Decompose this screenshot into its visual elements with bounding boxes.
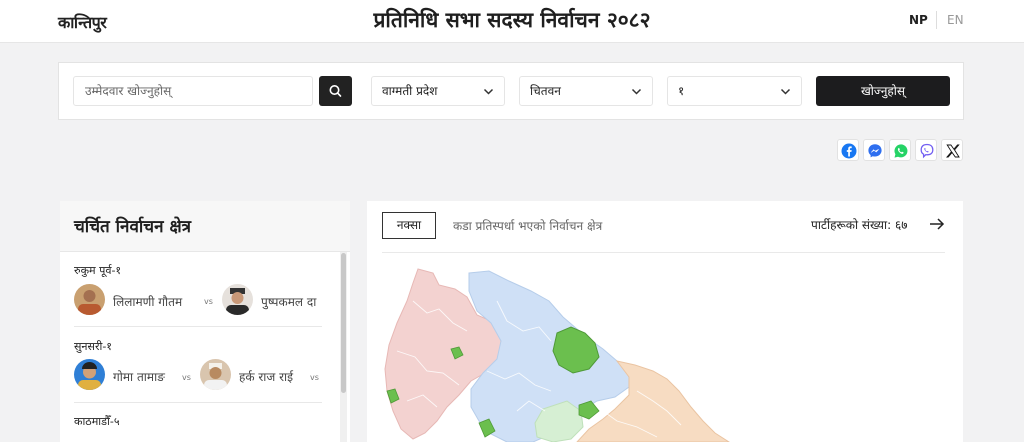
province-select-value: वाग्मती प्रदेश (382, 84, 438, 98)
whatsapp-icon (894, 144, 908, 158)
viber-icon (920, 143, 934, 159)
candidate-search-input[interactable]: उम्मेदवार खोज्नुहोस् (73, 76, 313, 106)
search-icon (329, 85, 342, 97)
candidate-name: हर्क राज राई (239, 370, 294, 384)
chevron-down-icon (483, 88, 494, 95)
avatar (222, 284, 253, 315)
share-x-button[interactable] (941, 139, 963, 161)
panel-header: चर्चित निर्वाचन क्षेत्र (60, 201, 350, 252)
candidate-name: गोमा तामाङ (113, 370, 165, 384)
x-icon (946, 144, 960, 158)
list-divider (74, 326, 322, 327)
constituency-select[interactable]: १ (667, 76, 802, 106)
find-button[interactable]: खोज्नुहोस् (816, 76, 950, 106)
candidate[interactable]: गोमा तामाङ (74, 359, 184, 391)
panel-divider (382, 252, 945, 253)
tab-close-contest[interactable]: कडा प्रतिस्पर्धा भएको निर्वाचन क्षेत्र (453, 217, 602, 234)
vs-label: vs (182, 373, 191, 382)
district-select[interactable]: चितवन (519, 76, 653, 106)
search-button[interactable] (319, 76, 352, 106)
messenger-icon (868, 144, 882, 158)
district-select-value: चितवन (530, 84, 561, 98)
popular-constituencies-panel: चर्चित निर्वाचन क्षेत्र रुकुम पूर्व-१ लि… (60, 201, 350, 442)
panel-title: चर्चित निर्वाचन क्षेत्र (74, 217, 192, 237)
top-bar: कान्तिपुर प्रतिनिधि सभा सदस्य निर्वाचन २… (0, 0, 1024, 43)
share-viber-button[interactable] (915, 139, 937, 161)
list-item[interactable]: काठमाडौँ-५ (74, 412, 322, 442)
candidate-name: पुष्पकमल दा (261, 295, 317, 309)
map-panel: नक्सा कडा प्रतिस्पर्धा भएको निर्वाचन क्ष… (367, 201, 963, 442)
constituency-name[interactable]: सुनसरी-१ (74, 339, 112, 354)
highlight-constituency[interactable] (578, 400, 600, 420)
avatar (200, 359, 231, 390)
constituency-name[interactable]: रुकुम पूर्व-१ (74, 263, 121, 278)
constituency-select-value: १ (678, 84, 685, 98)
party-count-link[interactable]: पार्टीहरूको संख्या: ६७ (811, 216, 907, 233)
vs-label: vs (204, 297, 213, 306)
nepal-map[interactable] (367, 261, 963, 442)
share-whatsapp-button[interactable] (889, 139, 911, 161)
avatar (74, 284, 105, 315)
search-filter-bar: उम्मेदवार खोज्नुहोस् वाग्मती प्रदेश चितव… (58, 62, 964, 120)
chevron-down-icon (631, 88, 642, 95)
share-facebook-button[interactable] (837, 139, 859, 161)
list-divider (74, 402, 322, 403)
avatar (74, 359, 105, 390)
candidate-name: लिलामणी गौतम (113, 295, 183, 309)
candidate[interactable]: लिलामणी गौतम (74, 284, 214, 316)
arrow-right-icon[interactable] (929, 217, 945, 231)
candidate[interactable]: पुष्पकमल दा (222, 284, 332, 316)
lang-en-link[interactable]: EN (947, 13, 964, 27)
constituency-name[interactable]: काठमाडौँ-५ (74, 414, 120, 429)
page-title: प्रतिनिधि सभा सदस्य निर्वाचन २०८२ (373, 8, 651, 32)
facebook-icon (841, 143, 857, 159)
lang-np-link[interactable]: NP (909, 13, 928, 27)
share-messenger-button[interactable] (863, 139, 885, 161)
vs-label: vs (310, 373, 319, 382)
tab-map[interactable]: नक्सा (382, 212, 436, 239)
province-select[interactable]: वाग्मती प्रदेश (371, 76, 505, 106)
lang-divider (936, 11, 937, 29)
chevron-down-icon (780, 88, 791, 95)
scrollbar-thumb[interactable] (341, 253, 346, 393)
list-item[interactable]: रुकुम पूर्व-१ लिलामणी गौतम vs पुष्पकमल द… (74, 261, 322, 329)
list-item[interactable]: सुनसरी-१ गोमा तामाङ vs हर्क राज राई vs (74, 336, 322, 404)
